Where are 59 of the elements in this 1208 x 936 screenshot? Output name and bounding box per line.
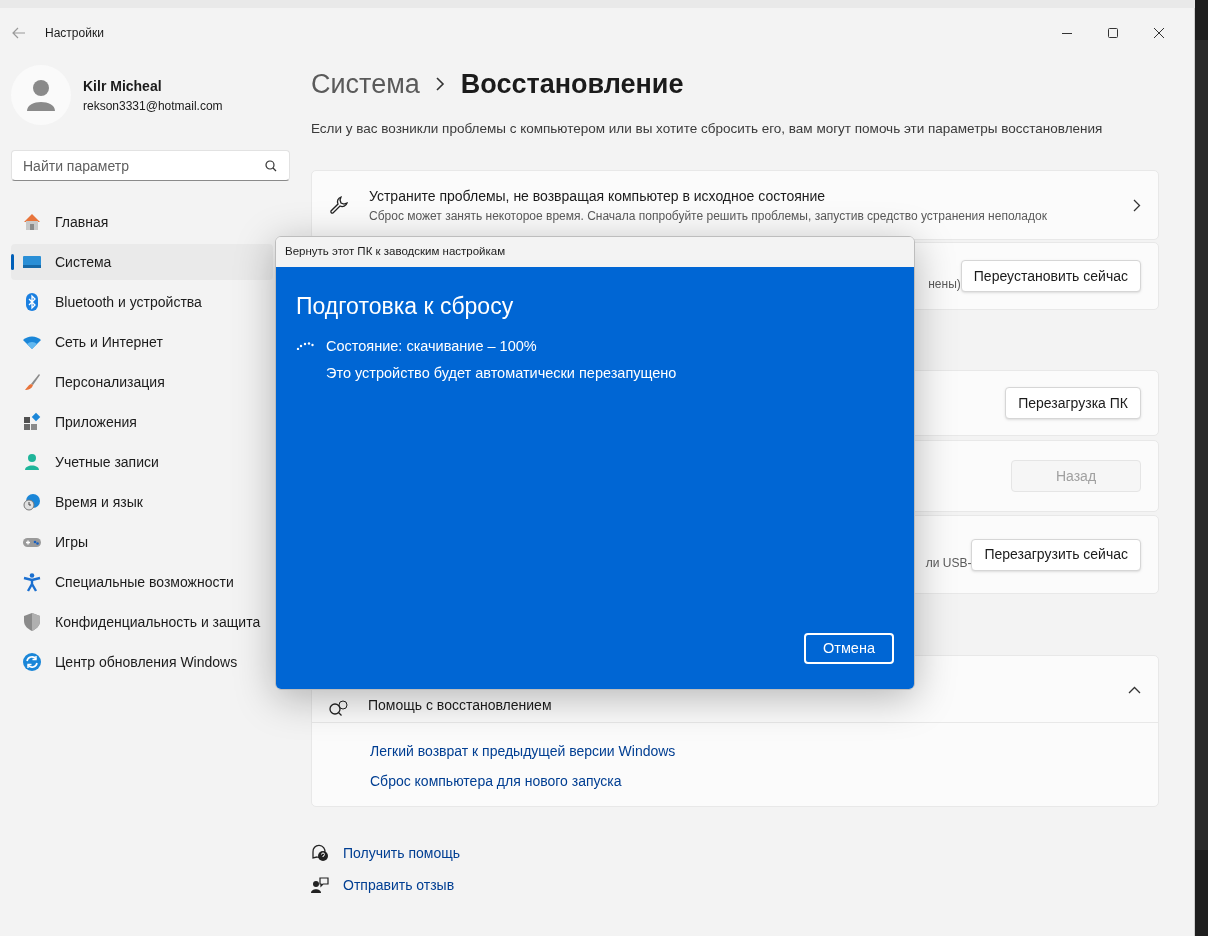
dialog-note: Это устройство будет автоматически перезапущено: [326, 364, 677, 384]
minimize-icon: [1062, 32, 1072, 34]
sidebar-item[interactable]: Время и язык: [11, 484, 273, 520]
search-icon: [265, 160, 277, 172]
breadcrumb-parent[interactable]: Система: [311, 63, 420, 105]
close-icon: [1154, 28, 1164, 38]
brush-icon: [22, 372, 42, 392]
card-subtitle: Сброс может занять некоторое время. Сначала попробуйте решить проблемы, запустив средство устранения неполадок: [369, 207, 1048, 225]
user-name: Kilr Micheal: [83, 76, 163, 96]
dialog-heading: Подготовка к сбросу: [296, 292, 514, 321]
sidebar-item[interactable]: Bluetooth и устройства: [11, 284, 273, 320]
help-link[interactable]: Легкий возврат к предыдущей версии Windows: [370, 741, 676, 762]
cancel-button[interactable]: Отмена: [804, 633, 894, 664]
page-title: Восстановление: [460, 67, 684, 101]
sidebar-item[interactable]: Конфиденциальность и защита: [11, 604, 273, 640]
help-search-icon: [329, 700, 348, 716]
search-field[interactable]: Найти параметр: [11, 150, 290, 181]
shield-icon: [22, 612, 42, 632]
help-chat-icon: [311, 844, 329, 862]
action-button[interactable]: Перезагрузить сейчас: [971, 538, 1141, 571]
globe-clock-icon: [22, 492, 42, 512]
card-subtitle: ли USB-: [925, 554, 972, 572]
user-email: rekson3331@hotmail.com: [83, 97, 223, 115]
sync-icon: [22, 652, 42, 672]
window-title: Настройки: [45, 25, 104, 42]
person-icon: [22, 452, 42, 472]
maximize-icon: [1108, 28, 1118, 38]
help-link[interactable]: Сброс компьютера для нового запуска: [370, 771, 622, 792]
sidebar-item[interactable]: Игры: [11, 524, 273, 560]
footer-link[interactable]: Отправить отзыв: [343, 874, 455, 896]
action-button[interactable]: Переустановить сейчас: [960, 260, 1141, 292]
person-silhouette-icon: [26, 79, 56, 111]
footer-link[interactable]: Получить помощь: [343, 842, 460, 864]
wrench-icon: [329, 195, 349, 215]
sidebar-item[interactable]: Приложения: [11, 404, 273, 440]
chevron-up-icon[interactable]: [1128, 686, 1141, 694]
sidebar-item[interactable]: Персонализация: [11, 364, 273, 400]
feedback-icon: [311, 876, 329, 894]
help-title: Помощь с восстановлением: [368, 696, 553, 715]
card-subtitle: нены): [928, 276, 961, 293]
home-icon: [22, 212, 42, 232]
action-button[interactable]: Перезагрузка ПК: [1005, 387, 1141, 419]
dialog-status: Состояние: скачивание – 100%: [326, 336, 537, 356]
dialog-title: Вернуть этот ПК к заводским настройкам: [285, 244, 506, 260]
page-description: Если у вас возникли проблемы с компьютером или вы хотите сбросить его, вам могут помочь эти параметры восстановления: [311, 120, 1104, 138]
card-title: Устраните проблемы, не возвращая компьютер в исходное состояние: [369, 186, 827, 206]
sidebar-item[interactable]: Главная: [11, 204, 273, 240]
spinner-icon: [296, 342, 314, 351]
sidebar-item[interactable]: Сеть и Интернет: [11, 324, 273, 360]
sidebar-item[interactable]: Центр обновления Windows: [11, 644, 273, 680]
sidebar-item[interactable]: Система: [11, 244, 273, 280]
sidebar-item[interactable]: Учетные записи: [11, 444, 273, 480]
back-arrow-icon[interactable]: [12, 27, 26, 39]
apps-icon: [22, 412, 42, 432]
chevron-right-icon: [435, 77, 445, 91]
accessibility-icon: [22, 572, 42, 592]
chevron-right-icon: [1133, 198, 1141, 212]
sidebar-item[interactable]: Специальные возможности: [11, 564, 273, 600]
troubleshoot-card[interactable]: Устраните проблемы, не возвращая компьютер в исходное состояние Сброс может занять некоторое время. Сначала попробуйте решить проблемы, запустив средство устранения неполадок: [311, 170, 1159, 240]
